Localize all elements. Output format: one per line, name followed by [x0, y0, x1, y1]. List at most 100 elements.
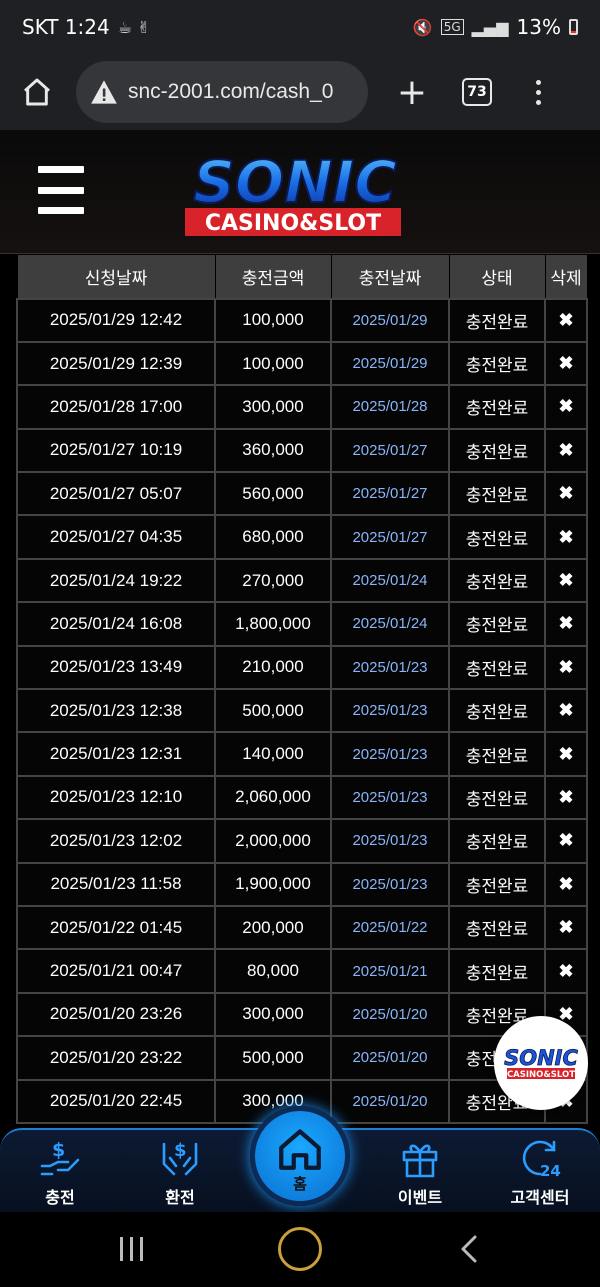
overflow-menu-button[interactable]: [526, 79, 550, 105]
cell-request-date: 2025/01/27 10:19: [16, 427, 216, 474]
cell-delete[interactable]: ✖: [544, 297, 588, 343]
cell-request-date: 2025/01/24 19:22: [16, 557, 216, 604]
cell-request-date: 2025/01/23 12:31: [16, 731, 216, 777]
tabs-button[interactable]: 73: [462, 78, 492, 106]
cell-amount: 100,000: [214, 297, 332, 343]
table-row: 2025/01/27 10:19 360,000 2025/01/27 충전완료 ✖: [16, 427, 588, 474]
cell-delete[interactable]: ✖: [544, 557, 588, 604]
table-row: 2025/01/23 12:38 500,000 2025/01/23 충전완료 ✖: [16, 688, 588, 734]
table-header-row: 신청날짜 충전금액 충전날짜 상태 삭제: [16, 254, 588, 299]
table-row: 2025/01/23 12:10 2,060,000 2025/01/23 충전완료 ✖: [16, 774, 588, 821]
cell-delete[interactable]: ✖: [544, 731, 588, 777]
header-request-date: 신청날짜: [16, 254, 216, 299]
header-status: 상태: [448, 254, 546, 299]
cell-amount: 300,000: [214, 991, 332, 1038]
nav-support[interactable]: 24 고객센터: [490, 1130, 590, 1214]
cell-request-date: 2025/01/27 05:07: [16, 471, 216, 517]
header-amount: 충전금액: [214, 254, 332, 299]
cell-charge-date[interactable]: 2025/01/23: [330, 731, 450, 777]
cell-charge-date[interactable]: 2025/01/27: [330, 514, 450, 560]
cell-delete[interactable]: ✖: [544, 818, 588, 864]
cell-status: 충전완료: [448, 384, 546, 430]
svg-text:$: $: [52, 1139, 65, 1161]
cell-status: 충전완료: [448, 861, 546, 907]
cell-charge-date[interactable]: 2025/01/23: [330, 644, 450, 691]
android-home-button[interactable]: [278, 1227, 322, 1271]
cell-request-date: 2025/01/20 22:45: [16, 1078, 216, 1124]
cell-status: 충전완료: [448, 427, 546, 474]
nav-home[interactable]: 홈: [250, 1106, 350, 1206]
nav-event[interactable]: 이벤트: [370, 1130, 470, 1214]
cell-charge-date[interactable]: 2025/01/28: [330, 384, 450, 430]
cell-amount: 500,000: [214, 1035, 332, 1081]
cell-charge-date[interactable]: 2025/01/21: [330, 948, 450, 994]
cell-request-date: 2025/01/24 16:08: [16, 601, 216, 647]
cell-delete[interactable]: ✖: [544, 904, 588, 951]
cell-delete[interactable]: ✖: [544, 861, 588, 907]
cell-charge-date[interactable]: 2025/01/22: [330, 904, 450, 951]
address-bar[interactable]: snc-2001.com/cash_0: [76, 61, 368, 123]
browser-toolbar: snc-2001.com/cash_0 + 73: [0, 54, 600, 130]
logo-sub-text: CASINO&SLOT: [205, 211, 381, 236]
cell-request-date: 2025/01/20 23:22: [16, 1035, 216, 1081]
site-logo[interactable]: SONIC CASINO&SLOT: [160, 144, 430, 244]
home-icon: [279, 1129, 321, 1170]
cell-charge-date[interactable]: 2025/01/23: [330, 774, 450, 821]
cell-delete[interactable]: ✖: [544, 427, 588, 474]
cell-status: 충전완료: [448, 818, 546, 864]
cell-delete[interactable]: ✖: [544, 688, 588, 734]
mute-icon: 🔇: [412, 17, 433, 37]
cell-delete[interactable]: ✖: [544, 471, 588, 517]
nav-exchange[interactable]: $ 환전: [130, 1130, 230, 1214]
cell-delete[interactable]: ✖: [544, 340, 588, 387]
cell-status: 충전완료: [448, 904, 546, 951]
cell-request-date: 2025/01/23 12:02: [16, 818, 216, 864]
new-tab-button[interactable]: +: [392, 72, 432, 113]
cell-charge-date[interactable]: 2025/01/23: [330, 861, 450, 907]
cell-charge-date[interactable]: 2025/01/27: [330, 427, 450, 474]
dollar-hand-icon: $: [40, 1139, 80, 1176]
table-row: 2025/01/27 04:35 680,000 2025/01/27 충전완료 ✖: [16, 514, 588, 560]
nav-support-label: 고객센터: [510, 1188, 570, 1207]
logo-main-text: SONIC: [193, 148, 397, 216]
status-bar: SKT 1:24 ☕ ✌ 🔇 5G ▂▄▆ 13%: [0, 0, 600, 54]
cell-charge-date[interactable]: 2025/01/23: [330, 818, 450, 864]
network-label: 5G: [440, 19, 464, 35]
cell-amount: 500,000: [214, 688, 332, 734]
table-row: 2025/01/23 13:49 210,000 2025/01/23 충전완료 ✖: [16, 644, 588, 691]
cell-charge-date[interactable]: 2025/01/23: [330, 688, 450, 734]
browser-home-button[interactable]: [14, 69, 60, 115]
hamburger-menu-button[interactable]: [30, 160, 92, 220]
cell-amount: 80,000: [214, 948, 332, 994]
cell-delete[interactable]: ✖: [544, 384, 588, 430]
cell-delete[interactable]: ✖: [544, 644, 588, 691]
table-row: 2025/01/28 17:00 300,000 2025/01/28 충전완료 ✖: [16, 384, 588, 430]
cell-delete[interactable]: ✖: [544, 601, 588, 647]
cell-charge-date[interactable]: 2025/01/24: [330, 601, 450, 647]
cell-charge-date[interactable]: 2025/01/29: [330, 297, 450, 343]
floating-logo-image: SONIC CASINO&SLOT: [504, 1046, 579, 1080]
cell-amount: 360,000: [214, 427, 332, 474]
cell-charge-date[interactable]: 2025/01/20: [330, 1035, 450, 1081]
cell-delete[interactable]: ✖: [544, 514, 588, 560]
table-row: 2025/01/24 19:22 270,000 2025/01/24 충전완료 ✖: [16, 557, 588, 604]
nav-charge[interactable]: $ 충전: [10, 1130, 110, 1214]
cell-amount: 560,000: [214, 471, 332, 517]
recent-apps-button[interactable]: [120, 1237, 143, 1261]
floating-logo-button[interactable]: SONIC CASINO&SLOT: [494, 1016, 588, 1110]
cell-status: 충전완료: [448, 471, 546, 517]
cell-delete[interactable]: ✖: [544, 774, 588, 821]
cell-amount: 270,000: [214, 557, 332, 604]
cell-delete[interactable]: ✖: [544, 948, 588, 994]
site-header: SONIC CASINO&SLOT: [0, 130, 600, 254]
cell-charge-date[interactable]: 2025/01/24: [330, 557, 450, 604]
cell-charge-date[interactable]: 2025/01/20: [330, 1078, 450, 1124]
cell-status: 충전완료: [448, 774, 546, 821]
support-24-icon: 24: [522, 1140, 561, 1180]
cell-charge-date[interactable]: 2025/01/20: [330, 991, 450, 1038]
back-button[interactable]: [458, 1234, 480, 1264]
cell-charge-date[interactable]: 2025/01/27: [330, 471, 450, 517]
cell-request-date: 2025/01/23 12:38: [16, 688, 216, 734]
cell-charge-date[interactable]: 2025/01/29: [330, 340, 450, 387]
nav-exchange-label: 환전: [165, 1188, 195, 1207]
